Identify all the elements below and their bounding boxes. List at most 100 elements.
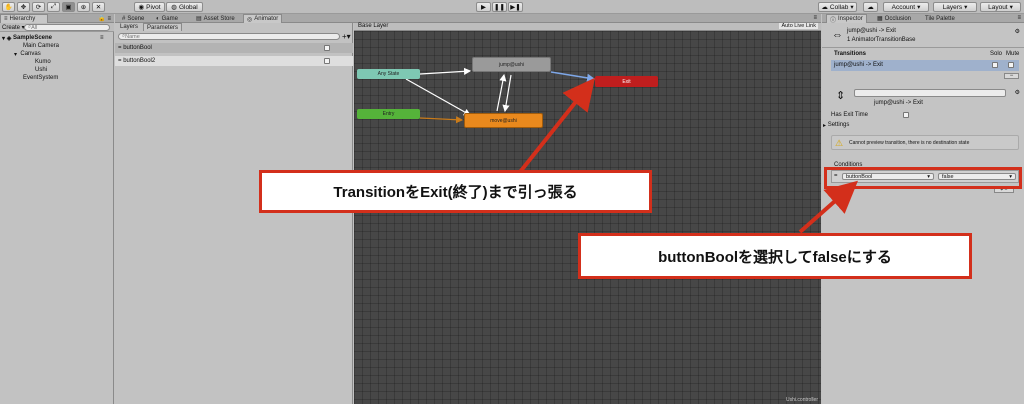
- has-exit-time-checkbox[interactable]: [903, 112, 909, 118]
- callout-transition-to-exit: TransitionをExit(終了)まで引っ張る: [259, 170, 652, 213]
- pause-button[interactable]: ❚❚: [492, 2, 507, 12]
- parameter-row-buttonbool[interactable]: = buttonBool: [115, 43, 353, 53]
- globe-icon: ◍: [171, 4, 177, 11]
- panel-menu-icon[interactable]: ≡: [1017, 15, 1021, 21]
- parameter-checkbox[interactable]: [324, 45, 330, 51]
- tab-hierarchy[interactable]: ≡ Hierarchy: [0, 14, 48, 23]
- transition-list-row[interactable]: jump@ushi -> Exit: [831, 60, 1019, 71]
- transform-tool-icon[interactable]: ⊕: [77, 2, 90, 12]
- node-any-state[interactable]: Any State: [357, 69, 420, 79]
- scene-menu-icon[interactable]: ≡: [100, 34, 104, 42]
- warning-icon: ⚠: [835, 138, 844, 148]
- main-toolbar: ✋ ✥ ⟳ ⤢ ▣ ⊕ ✕ ◉ Pivot ◍ Global ▶ ❚❚ ▶❚ ☁ Co…: [0, 0, 1024, 14]
- move-to-jump-arrow[interactable]: [496, 73, 507, 112]
- rotate-tool-icon[interactable]: ⟳: [32, 2, 45, 12]
- drag-handle-icon: =: [118, 45, 122, 51]
- hierarchy-item-kumo[interactable]: Kumo: [35, 58, 51, 66]
- remove-transition-button[interactable]: −: [1004, 73, 1019, 79]
- add-parameter-button[interactable]: +▾: [342, 32, 351, 41]
- tab-occlusion-label: Occlusion: [884, 15, 912, 22]
- tab-inspector[interactable]: ⓘ Inspector: [826, 14, 867, 24]
- settings-gear-icon[interactable]: ⚙: [1015, 89, 1020, 96]
- anystate-to-jump-arrow[interactable]: [419, 67, 472, 75]
- hierarchy-item-eventsystem[interactable]: EventSystem: [23, 74, 58, 82]
- transition-row-label: jump@ushi -> Exit: [834, 62, 883, 68]
- inspector-panel: ⓘ Inspector ▦ Occlusion Tile Palette ≡ ⇔ j…: [822, 14, 1024, 404]
- play-button[interactable]: ▶: [476, 2, 491, 12]
- tab-game[interactable]: ◐ Game: [153, 14, 181, 23]
- settings-label: Settings: [827, 122, 850, 128]
- tab-occlusion[interactable]: ▦ Occlusion: [874, 14, 914, 23]
- list-item-label: Canvas: [20, 51, 41, 57]
- jump-to-move-arrow[interactable]: [502, 74, 512, 113]
- global-label: Global: [178, 3, 198, 11]
- settings-gear-icon[interactable]: ⚙: [1015, 28, 1020, 35]
- solo-checkbox[interactable]: [992, 62, 998, 68]
- cloud-icon[interactable]: ☁: [863, 2, 878, 12]
- jump-to-exit-arrow[interactable]: [550, 71, 596, 83]
- hierarchy-item-canvas[interactable]: ▾ Canvas: [14, 50, 41, 58]
- scale-tool-icon[interactable]: ⤢: [47, 2, 60, 12]
- list-item-label: Kumo: [35, 59, 51, 65]
- node-entry[interactable]: Entry: [357, 109, 420, 119]
- node-move-ushi[interactable]: move@ushi: [464, 113, 543, 128]
- hierarchy-item-ushi[interactable]: Ushi: [35, 66, 47, 74]
- expand-arrow-icon: ▸: [823, 122, 827, 129]
- transition-name-input[interactable]: [854, 89, 1006, 97]
- step-button[interactable]: ▶❚: [508, 2, 523, 12]
- entry-to-move-arrow[interactable]: [419, 116, 464, 124]
- tab-animator-label: Animator: [254, 16, 279, 22]
- tab-layers-label: Layers: [120, 24, 139, 30]
- parameter-row-buttonbool2[interactable]: = buttonBool2: [115, 56, 353, 66]
- parameters-panel: Layers Parameters ⌕ Name +▾ = buttonBool …: [115, 23, 353, 404]
- mute-checkbox[interactable]: [1008, 62, 1014, 68]
- tab-scene[interactable]: # Scene: [119, 14, 147, 23]
- tab-asset-store[interactable]: ▤ Asset Store: [193, 14, 238, 23]
- list-icon: ≡: [4, 16, 8, 22]
- pivot-icon: ◉: [138, 4, 145, 11]
- list-item-label: EventSystem: [23, 75, 59, 81]
- create-dropdown[interactable]: Create ▾: [2, 24, 25, 31]
- settings-foldout[interactable]: ▸ Settings: [823, 121, 849, 129]
- callout-set-false: buttonBoolを選択してfalseにする: [578, 233, 972, 279]
- pivot-label: Pivot: [146, 3, 161, 11]
- node-jump-ushi[interactable]: jump@ushi: [472, 57, 551, 72]
- node-any-state-label: Any State: [377, 71, 400, 77]
- hierarchy-search-input[interactable]: ⌕ All: [24, 24, 110, 31]
- layers-dropdown[interactable]: Layers ▾: [933, 2, 977, 12]
- parameters-search-input[interactable]: ⌕ Name: [118, 33, 340, 40]
- node-exit[interactable]: Exit: [595, 76, 658, 87]
- tab-tile-palette[interactable]: Tile Palette: [922, 14, 958, 23]
- layout-dropdown[interactable]: Layout ▾: [980, 2, 1021, 12]
- hand-tool-icon[interactable]: ✋: [2, 2, 15, 12]
- transition-icon: ⇕: [836, 90, 846, 102]
- collab-button[interactable]: ☁ Collab ▾: [818, 2, 857, 12]
- hierarchy-item-main-camera[interactable]: Main Camera: [23, 42, 59, 50]
- divider: [822, 47, 1024, 48]
- expand-arrow-icon: ▾: [14, 51, 18, 58]
- inspector-empty-area: [822, 164, 1024, 404]
- game-icon: ◐: [156, 15, 160, 22]
- node-entry-label: Entry: [382, 111, 395, 117]
- custom-tool-icon[interactable]: ✕: [92, 2, 105, 12]
- chevron-down-icon: ▾: [917, 4, 921, 11]
- panel-menu-icon[interactable]: 🔒 ≡: [98, 15, 111, 22]
- layout-label: Layout: [988, 3, 1008, 11]
- pivot-button[interactable]: ◉ Pivot: [134, 2, 165, 12]
- tab-animator[interactable]: ◎ Animator: [243, 14, 283, 23]
- panel-menu-icon[interactable]: ≡: [813, 15, 817, 21]
- warning-text: Cannot preview transition, there is no d…: [849, 140, 970, 146]
- tab-scene-label: Scene: [127, 15, 145, 22]
- scene-label: SampleScene: [12, 35, 53, 41]
- has-exit-time-label: Has Exit Time: [831, 112, 869, 118]
- global-button[interactable]: ◍ Global: [166, 2, 203, 12]
- move-tool-icon[interactable]: ✥: [17, 2, 30, 12]
- parameter-checkbox[interactable]: [324, 58, 330, 64]
- tab-layers[interactable]: Layers: [117, 23, 141, 31]
- account-dropdown[interactable]: Account ▾: [883, 2, 929, 12]
- scene-row[interactable]: ▾ ◈ SampleScene: [2, 34, 52, 42]
- rect-tool-icon[interactable]: ▣: [62, 2, 75, 12]
- animator-graph[interactable]: Base Layer Auto Live Link Any State Entr…: [354, 23, 821, 404]
- hierarchy-tabbar: ≡ Hierarchy 🔒 ≡: [0, 14, 114, 23]
- tab-parameters[interactable]: Parameters: [143, 23, 183, 31]
